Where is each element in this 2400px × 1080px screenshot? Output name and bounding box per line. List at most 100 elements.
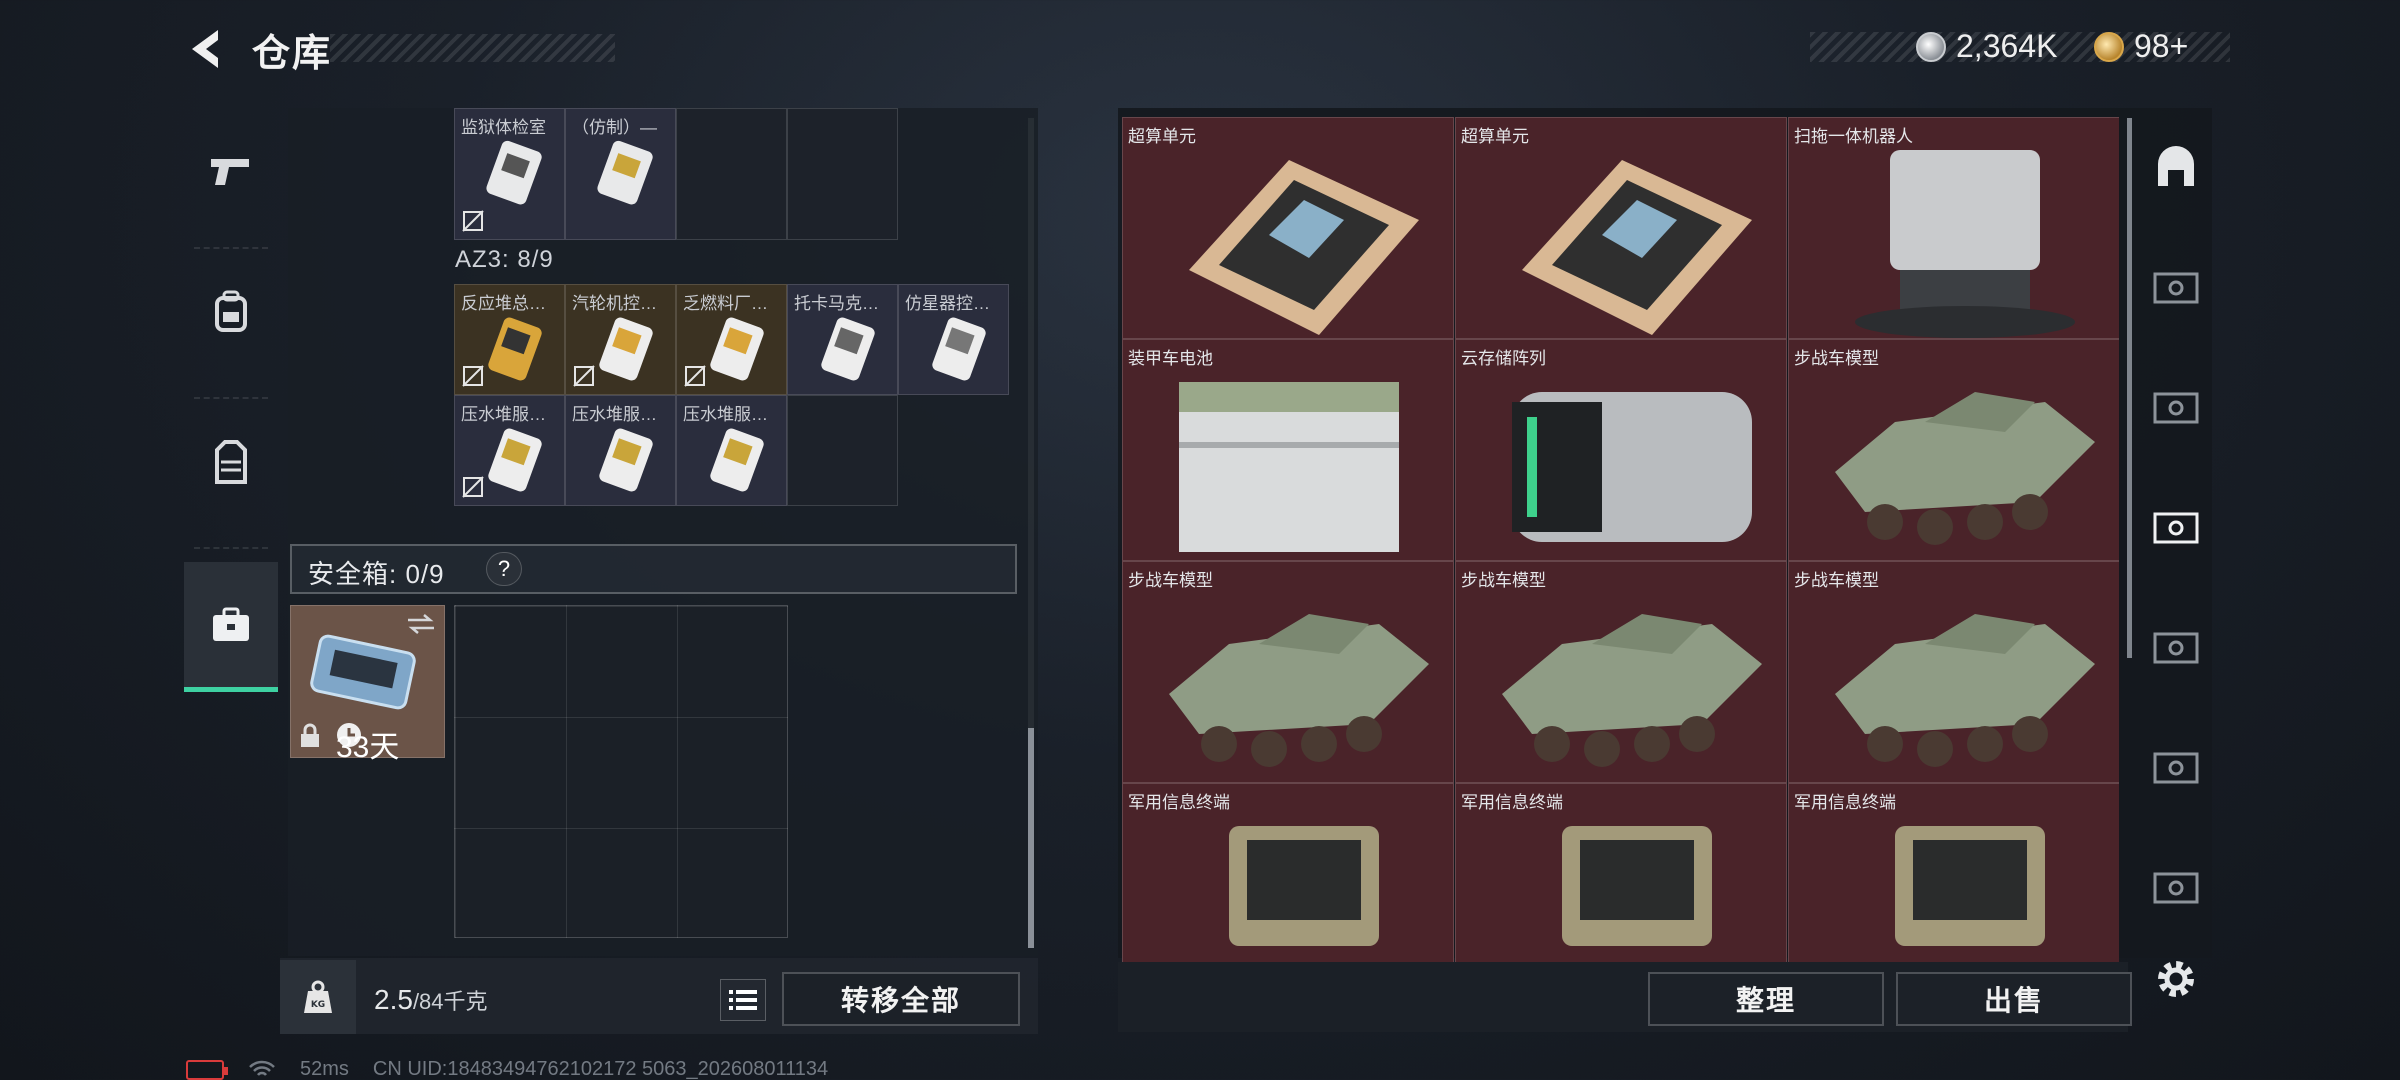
arch-filter-icon — [2158, 146, 2194, 186]
item-label: 压水堆服… — [461, 405, 546, 424]
item-slot[interactable]: 乏燃料厂… — [676, 284, 787, 395]
svg-text:KG: KG — [311, 1000, 325, 1010]
vest-icon — [215, 440, 247, 484]
ifv-model-icon — [1835, 392, 2095, 545]
weight-icon-box: KG — [280, 960, 356, 1034]
computer-board-icon — [1522, 160, 1752, 335]
safe-box-grid[interactable] — [454, 605, 788, 938]
storage-scrollbar[interactable] — [1028, 118, 1034, 948]
item-slot[interactable]: 汽轮机控… — [565, 284, 676, 395]
inventory-item[interactable]: 军用信息终端 — [1788, 783, 2119, 963]
inventory-item[interactable]: 扫拖一体机器人 — [1788, 117, 2119, 339]
safe-box-label: 安全箱: 0/9 — [308, 559, 445, 589]
box-filter-icon — [2153, 872, 2199, 904]
military-terminal-icon — [1562, 826, 1712, 946]
category-weapons[interactable] — [184, 107, 278, 237]
inventory-item[interactable]: 步战车模型 — [1788, 561, 2119, 783]
category-safe-box[interactable] — [184, 562, 278, 692]
empty-slot[interactable] — [787, 108, 898, 240]
empty-slot[interactable] — [787, 395, 898, 506]
keycard-icon — [710, 317, 764, 381]
filter-category[interactable] — [2140, 372, 2212, 444]
item-slot[interactable]: 压水堆服… — [676, 395, 787, 506]
item-label: 仿星器控… — [905, 294, 990, 313]
sell-button[interactable]: 出售 — [1896, 972, 2132, 1026]
item-slot[interactable]: 监狱体检室 — [454, 108, 565, 240]
az3-container-grid: 反应堆总… 汽轮机控… 乏燃料厂… 托卡马克… 仿星器控… 压水堆服… 压水堆服… — [454, 284, 1009, 506]
item-label: 托卡马克… — [794, 294, 879, 313]
filter-all[interactable] — [2140, 132, 2212, 204]
ifv-model-icon — [1502, 614, 1762, 767]
item-slot[interactable]: 压水堆服… — [454, 395, 565, 506]
inventory-item[interactable]: 军用信息终端 — [1455, 783, 1787, 963]
empty-slot[interactable] — [676, 108, 787, 240]
keycard-icon — [488, 317, 542, 381]
category-vest[interactable] — [184, 397, 278, 527]
item-slot[interactable]: 反应堆总… — [454, 284, 565, 395]
weight-readout: 2.5/84千克 — [374, 984, 488, 1016]
safe-case-icon — [310, 634, 416, 710]
no-trade-icon — [462, 476, 484, 498]
inventory-item[interactable]: 装甲车电池 — [1122, 339, 1454, 561]
filter-category[interactable] — [2140, 852, 2212, 924]
back-button[interactable] — [182, 24, 232, 74]
keycard-icon — [932, 317, 986, 381]
briefcase-icon — [213, 607, 249, 641]
top-container-grid: 监狱体检室 （仿制）— — [454, 108, 898, 240]
category-backpack[interactable] — [184, 247, 278, 377]
pistol-icon — [211, 159, 249, 185]
inventory-grid: 超算单元 超算单元 扫拖一体机器人 装甲车电池 云存储阵列 步战车模型 步战车模… — [1122, 117, 2119, 963]
battery-icon — [186, 1059, 228, 1080]
gold-coin-icon — [2094, 31, 2124, 62]
item-slot[interactable]: 压水堆服… — [565, 395, 676, 506]
title-stripe-decoration — [330, 34, 615, 62]
filter-category[interactable] — [2140, 732, 2212, 804]
keycard-icon — [599, 317, 653, 381]
inventory-item[interactable]: 步战车模型 — [1122, 561, 1454, 783]
inventory-item[interactable]: 军用信息终端 — [1122, 783, 1454, 963]
inventory-item[interactable]: 超算单元 — [1122, 117, 1454, 339]
keycard-icon — [599, 428, 653, 492]
keycard-icon — [597, 140, 653, 205]
item-slot[interactable]: 仿星器控… — [898, 284, 1009, 395]
lock-icon — [301, 723, 319, 747]
armored-battery-icon — [1179, 382, 1399, 552]
item-label: 反应堆总… — [461, 294, 546, 313]
inventory-item[interactable]: 超算单元 — [1455, 117, 1787, 339]
back-arrow-icon — [192, 30, 218, 68]
keycard-icon — [488, 428, 542, 492]
currency-silver[interactable]: 2,364K — [1916, 28, 2057, 65]
help-button[interactable]: ? — [486, 552, 522, 586]
list-icon — [729, 990, 757, 1010]
organize-button[interactable]: 整理 — [1648, 972, 1884, 1026]
item-slot[interactable]: （仿制）— — [565, 108, 676, 240]
keycard-icon — [486, 140, 542, 205]
filter-category[interactable] — [2140, 252, 2212, 324]
ifv-model-icon — [1835, 614, 2095, 767]
kg-weight-icon: KG — [304, 980, 332, 1013]
inventory-item[interactable]: 步战车模型 — [1788, 339, 2119, 561]
item-label: 乏燃料厂… — [683, 294, 768, 313]
settings-button[interactable] — [2152, 955, 2200, 1003]
transfer-all-button[interactable]: 转移全部 — [782, 972, 1020, 1026]
box-filter-icon — [2153, 272, 2199, 304]
list-view-button[interactable] — [720, 979, 766, 1021]
box-filter-icon — [2153, 752, 2199, 784]
item-label: 压水堆服… — [572, 405, 657, 424]
box-filter-icon — [2153, 392, 2199, 424]
filter-category-active[interactable] — [2140, 492, 2212, 564]
military-terminal-icon — [1895, 826, 2045, 946]
computer-board-icon — [1189, 160, 1419, 335]
currency-gold[interactable]: 98+ — [2094, 28, 2188, 65]
inventory-item[interactable]: 步战车模型 — [1455, 561, 1787, 783]
weight-current: 2.5 — [374, 984, 413, 1015]
filter-category[interactable] — [2140, 612, 2212, 684]
silver-coin-icon — [1916, 31, 1946, 62]
item-slot[interactable]: 托卡马克… — [787, 284, 898, 395]
inventory-item[interactable]: 云存储阵列 — [1455, 339, 1787, 561]
item-label: 监狱体检室 — [461, 118, 546, 137]
inventory-scrollbar[interactable] — [2127, 118, 2132, 658]
ping-value: 52ms — [300, 1058, 349, 1080]
robot-vacuum-icon — [1855, 150, 2075, 338]
no-trade-icon — [462, 365, 484, 387]
